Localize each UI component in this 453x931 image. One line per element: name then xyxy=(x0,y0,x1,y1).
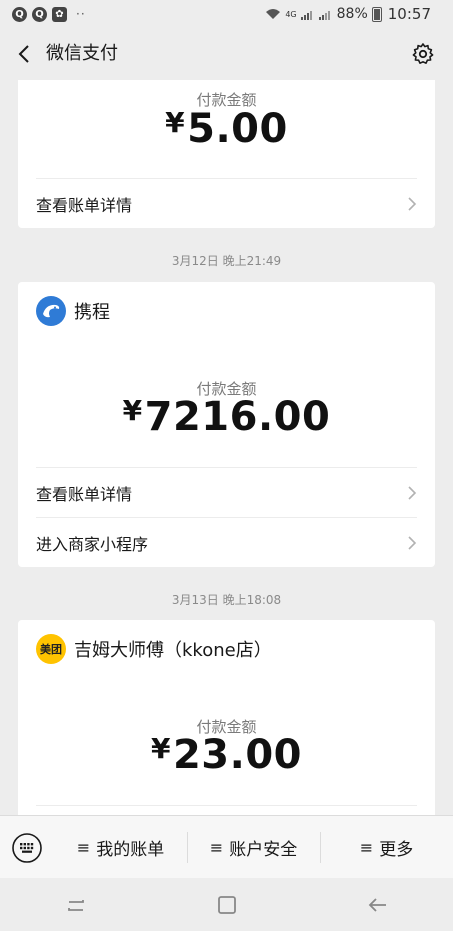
notification-dots: ·· xyxy=(76,7,86,21)
merchant-name: 携程 xyxy=(74,302,110,323)
status-left: Q Q ✿ ·· xyxy=(0,6,86,22)
merchant-header: 携程 xyxy=(36,296,110,326)
chevron-right-icon xyxy=(408,536,417,550)
payment-card: 美团 吉姆大师傅（kkone店） 付款金额 ¥23.00 xyxy=(18,620,435,815)
chevron-right-icon xyxy=(408,486,417,500)
system-nav-bar xyxy=(0,878,453,931)
qq-icon: Q xyxy=(32,6,47,22)
recent-apps-button[interactable] xyxy=(56,885,96,925)
settings-button[interactable] xyxy=(409,40,437,68)
link-label: 进入商家小程序 xyxy=(36,535,149,554)
payment-card: 携程 付款金额 ¥7216.00 查看账单详情 进入商家小程序 xyxy=(18,282,435,567)
keyboard-toggle-button[interactable] xyxy=(0,816,54,879)
ctrip-logo-icon xyxy=(36,296,66,326)
battery-percent: 88% xyxy=(336,6,368,22)
status-right: 4G 88% 10:57 xyxy=(265,5,453,23)
battery-icon xyxy=(371,6,382,22)
menu-icon: ≡ xyxy=(359,838,374,857)
menu-label: 更多 xyxy=(379,840,414,860)
timestamp: 3月13日 晚上18:08 xyxy=(171,593,282,607)
payment-amount: ¥5.00 xyxy=(18,106,435,152)
menu-my-bills[interactable]: ≡ 我的账单 xyxy=(54,816,187,879)
payment-amount: ¥7216.00 xyxy=(18,394,435,440)
payment-card: 付款金额 ¥5.00 查看账单详情 xyxy=(18,80,435,228)
back-nav-button[interactable] xyxy=(358,885,398,925)
chevron-right-icon xyxy=(408,197,417,211)
paw-icon: ✿ xyxy=(52,6,67,22)
bottom-menu: ≡ 我的账单 ≡ 账户安全 ≡ 更多 xyxy=(0,815,453,879)
status-bar: Q Q ✿ ·· 4G 88% 10:57 xyxy=(0,0,453,28)
keyboard-icon xyxy=(12,832,42,863)
menu-account-security[interactable]: ≡ 账户安全 xyxy=(187,816,320,879)
qq-icon: Q xyxy=(12,6,27,22)
logo-text: 美团 xyxy=(40,643,62,656)
home-icon xyxy=(217,895,236,914)
signal-icon xyxy=(300,11,312,20)
page-title: 微信支付 xyxy=(46,43,118,64)
payment-amount: ¥23.00 xyxy=(18,732,435,778)
gear-icon xyxy=(412,43,434,64)
signal-icon-2 xyxy=(318,11,330,20)
menu-label: 我的账单 xyxy=(96,840,165,860)
merchant-header: 美团 吉姆大师傅（kkone店） xyxy=(36,634,272,664)
clock: 10:57 xyxy=(387,5,431,23)
meituan-logo-icon: 美团 xyxy=(36,634,66,664)
view-bill-details-link[interactable]: 查看账单详情 xyxy=(36,178,417,229)
currency-symbol: ¥ xyxy=(122,394,143,427)
back-button[interactable] xyxy=(10,40,38,68)
view-bill-details-link[interactable]: 查看账单详情 xyxy=(36,467,417,518)
message-list[interactable]: 付款金额 ¥5.00 查看账单详情 3月12日 晚上21:49 携程 付款金额 … xyxy=(0,80,453,815)
open-mini-program-link[interactable]: 进入商家小程序 xyxy=(36,517,417,568)
dolphin-icon xyxy=(43,304,60,318)
header: 微信支付 xyxy=(0,28,453,80)
recent-apps-icon xyxy=(67,899,84,911)
amount-value: 7216.00 xyxy=(144,394,331,440)
menu-icon: ≡ xyxy=(76,838,91,857)
amount-value: 5.00 xyxy=(187,106,288,152)
network-label: 4G xyxy=(285,9,297,19)
home-button[interactable] xyxy=(207,885,247,925)
menu-label: 账户安全 xyxy=(229,840,298,860)
link-label: 查看账单详情 xyxy=(36,196,133,215)
amount-value: 23.00 xyxy=(172,732,302,778)
menu-more[interactable]: ≡ 更多 xyxy=(320,816,453,879)
chevron-left-icon xyxy=(18,45,29,63)
currency-symbol: ¥ xyxy=(150,732,171,765)
divider xyxy=(36,805,417,806)
wifi-icon xyxy=(266,9,281,19)
link-label: 查看账单详情 xyxy=(36,485,133,504)
back-arrow-icon xyxy=(368,897,386,912)
merchant-name: 吉姆大师傅（kkone店） xyxy=(74,640,272,661)
menu-icon: ≡ xyxy=(209,838,224,857)
timestamp: 3月12日 晚上21:49 xyxy=(171,254,282,268)
currency-symbol: ¥ xyxy=(165,106,186,139)
